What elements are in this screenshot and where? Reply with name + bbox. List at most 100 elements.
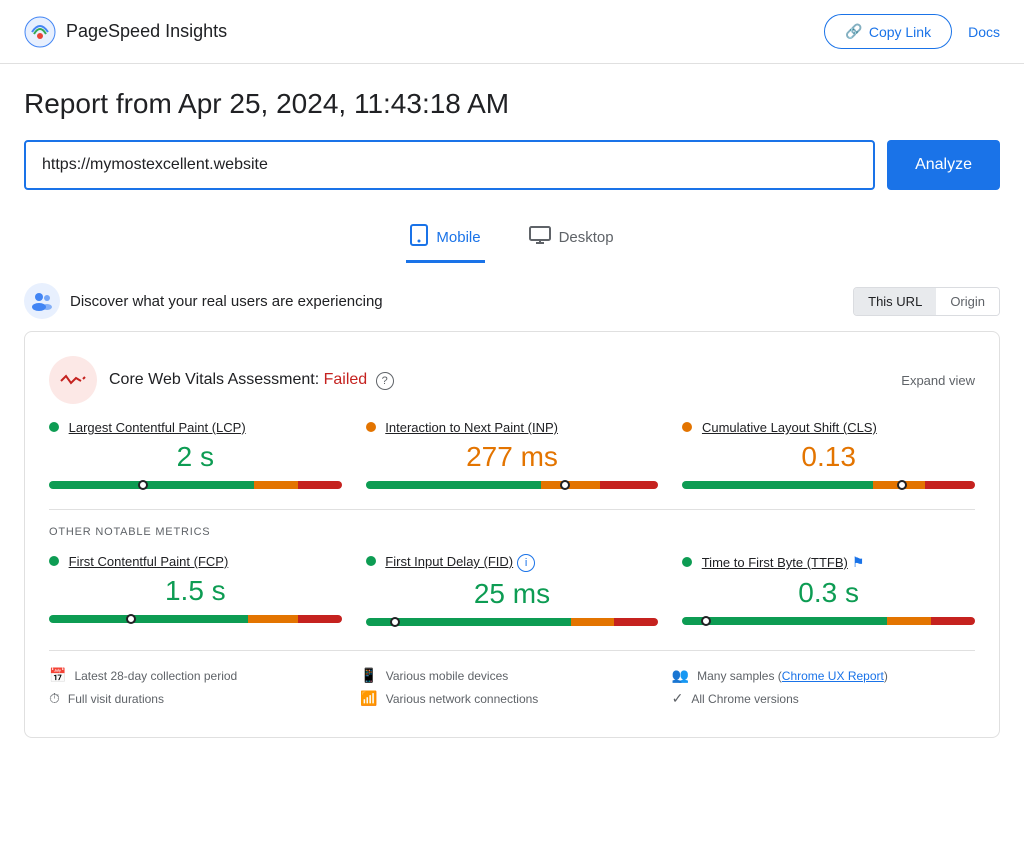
tab-mobile[interactable]: Mobile	[406, 214, 484, 263]
metric-inp-bar	[366, 481, 659, 489]
copy-link-button[interactable]: 🔗 Copy Link	[824, 14, 952, 49]
header-actions: 🔗 Copy Link Docs	[824, 14, 1000, 49]
footer-col-2: 📱 Various mobile devices 📶 Various netwo…	[360, 667, 663, 713]
this-url-toggle[interactable]: This URL	[854, 288, 936, 315]
metric-ttfb: Time to First Byte (TTFB) ⚑ 0.3 s	[682, 554, 975, 630]
footer-item-3-2: ✓ All Chrome versions	[672, 690, 975, 707]
metric-lcp-value: 2 s	[49, 441, 342, 473]
footer-item-1-1: 📅 Latest 28-day collection period	[49, 667, 352, 684]
cls-dot	[682, 422, 692, 432]
metric-inp-link[interactable]: Interaction to Next Paint (INP)	[385, 420, 558, 435]
metric-fid-label: First Input Delay (FID) i	[366, 554, 659, 572]
metric-fcp: First Contentful Paint (FCP) 1.5 s	[49, 554, 342, 630]
footer-col-3: 👥 Many samples (Chrome UX Report) ✓ All …	[672, 667, 975, 713]
fid-info-icon[interactable]: i	[517, 554, 535, 572]
metric-lcp-bar	[49, 481, 342, 489]
ttfb-dot	[682, 557, 692, 567]
metric-lcp-marker	[138, 480, 148, 490]
analyze-button[interactable]: Analyze	[887, 140, 1000, 190]
footer-text-2-1: Various mobile devices	[386, 669, 509, 683]
cwv-info-icon[interactable]: ?	[376, 372, 394, 390]
logo-text: PageSpeed Insights	[66, 21, 227, 42]
metric-fcp-link[interactable]: First Contentful Paint (FCP)	[69, 554, 229, 569]
footer-text-1-2: Full visit durations	[68, 692, 164, 706]
url-input[interactable]	[24, 140, 875, 190]
other-metrics-label: OTHER NOTABLE METRICS	[49, 526, 975, 538]
footer-text-3-2: All Chrome versions	[691, 692, 798, 706]
metric-ttfb-bar	[682, 617, 975, 625]
metric-fcp-label: First Contentful Paint (FCP)	[49, 554, 342, 569]
footer-icon-2-2: 📶	[360, 690, 377, 707]
fcp-dot	[49, 556, 59, 566]
url-bar: Analyze	[24, 140, 1000, 190]
origin-toggle[interactable]: Origin	[936, 288, 999, 315]
metric-ttfb-value: 0.3 s	[682, 577, 975, 609]
metric-inp-label: Interaction to Next Paint (INP)	[366, 420, 659, 435]
tab-desktop[interactable]: Desktop	[525, 214, 618, 263]
docs-link[interactable]: Docs	[968, 24, 1000, 40]
tabs-bar: Mobile Desktop	[24, 214, 1000, 263]
cwv-status: Failed	[324, 371, 368, 388]
tab-desktop-label: Desktop	[559, 229, 614, 246]
footer-icon-1-2: ⏱	[49, 690, 60, 707]
metric-ttfb-link[interactable]: Time to First Byte (TTFB)	[702, 555, 848, 570]
ttfb-flag-icon: ⚑	[852, 554, 865, 570]
cwv-title-area: Core Web Vitals Assessment: Failed ?	[49, 356, 394, 404]
cwv-metrics-grid: Largest Contentful Paint (LCP) 2 s Inter…	[49, 420, 975, 493]
metric-cls-label: Cumulative Layout Shift (CLS)	[682, 420, 975, 435]
metric-fid-value: 25 ms	[366, 578, 659, 610]
metric-cls-value: 0.13	[682, 441, 975, 473]
real-users-left: Discover what your real users are experi…	[24, 283, 383, 319]
metric-cls-bar	[682, 481, 975, 489]
fid-dot	[366, 556, 376, 566]
metric-cls-link[interactable]: Cumulative Layout Shift (CLS)	[702, 420, 877, 435]
metric-lcp-link[interactable]: Largest Contentful Paint (LCP)	[69, 420, 246, 435]
footer-item-2-2: 📶 Various network connections	[360, 690, 663, 707]
other-metrics-grid: First Contentful Paint (FCP) 1.5 s First…	[49, 554, 975, 630]
metric-fid-bar	[366, 618, 659, 626]
pagespeed-logo-icon	[24, 16, 56, 48]
real-users-text: Discover what your real users are experi…	[70, 293, 383, 310]
footer-item-3-1: 👥 Many samples (Chrome UX Report)	[672, 667, 975, 684]
tab-mobile-label: Mobile	[436, 229, 480, 246]
cwv-card: Core Web Vitals Assessment: Failed ? Exp…	[24, 331, 1000, 738]
footer-text-3-1: Many samples (Chrome UX Report)	[697, 669, 888, 683]
metric-fcp-bar	[49, 615, 342, 623]
metric-ttfb-marker	[701, 616, 711, 626]
metric-lcp: Largest Contentful Paint (LCP) 2 s	[49, 420, 342, 493]
mobile-icon	[410, 224, 428, 250]
metric-cls: Cumulative Layout Shift (CLS) 0.13	[682, 420, 975, 493]
footer-item-2-1: 📱 Various mobile devices	[360, 667, 663, 684]
cwv-title-prefix: Core Web Vitals Assessment:	[109, 371, 324, 388]
metric-inp-value: 277 ms	[366, 441, 659, 473]
expand-view-link[interactable]: Expand view	[901, 373, 975, 388]
metric-inp-marker	[560, 480, 570, 490]
metric-lcp-label: Largest Contentful Paint (LCP)	[49, 420, 342, 435]
header: PageSpeed Insights 🔗 Copy Link Docs	[0, 0, 1024, 64]
metric-fcp-value: 1.5 s	[49, 575, 342, 607]
footer-text-1-1: Latest 28-day collection period	[74, 669, 237, 683]
url-origin-toggle: This URL Origin	[853, 287, 1000, 316]
footer-item-1-2: ⏱ Full visit durations	[49, 690, 352, 707]
metric-fid: First Input Delay (FID) i 25 ms	[366, 554, 659, 630]
footer-icon-3-1: 👥	[672, 667, 689, 684]
footer-icon-1-1: 📅	[49, 667, 66, 684]
metric-ttfb-label: Time to First Byte (TTFB) ⚑	[682, 554, 975, 571]
footer-col-1: 📅 Latest 28-day collection period ⏱ Full…	[49, 667, 352, 713]
desktop-icon	[529, 226, 551, 248]
cwv-status-icon	[49, 356, 97, 404]
footer-link-3-1[interactable]: Chrome UX Report	[782, 669, 884, 683]
users-icon	[24, 283, 60, 319]
metric-fid-link[interactable]: First Input Delay (FID)	[385, 554, 513, 569]
cwv-header: Core Web Vitals Assessment: Failed ? Exp…	[49, 356, 975, 404]
metric-fcp-marker	[126, 614, 136, 624]
main-content: Report from Apr 25, 2024, 11:43:18 AM An…	[0, 64, 1024, 738]
metric-inp: Interaction to Next Paint (INP) 277 ms	[366, 420, 659, 493]
footer-text-2-2: Various network connections	[386, 692, 539, 706]
footer-icon-3-2: ✓	[672, 690, 684, 707]
logo-area: PageSpeed Insights	[24, 16, 227, 48]
cwv-title: Core Web Vitals Assessment: Failed ?	[109, 371, 394, 390]
footer-info: 📅 Latest 28-day collection period ⏱ Full…	[49, 650, 975, 713]
copy-link-label: Copy Link	[869, 24, 931, 40]
report-title: Report from Apr 25, 2024, 11:43:18 AM	[24, 88, 1000, 120]
